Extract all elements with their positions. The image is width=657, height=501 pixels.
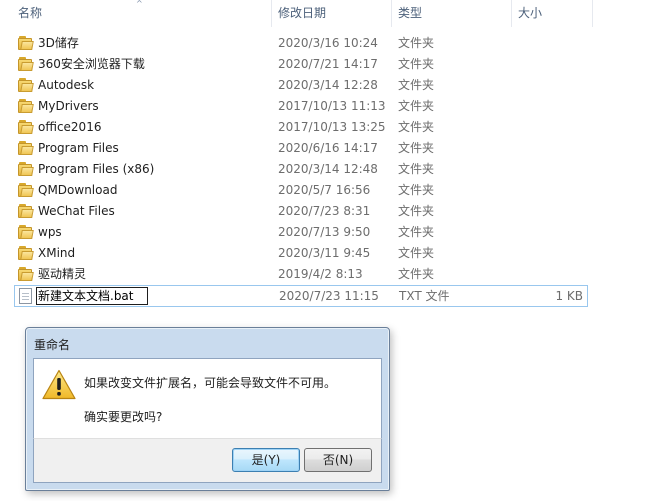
file-date: 2020/7/23 11:15 [279,289,379,303]
file-type: 文件夹 [398,246,435,260]
file-name: 驱动精灵 [38,267,87,281]
file-list-item[interactable]: WeChat Files 2020/7/23 8:31 文件夹 [14,201,588,222]
yes-button[interactable]: 是(Y) [232,448,300,472]
warning-icon [42,369,76,400]
file-list-item[interactable]: MyDrivers 2017/10/13 11:13 文件夹 [14,96,588,117]
column-header-type[interactable]: 类型 [392,0,511,27]
file-date: 2017/10/13 11:13 [278,99,386,113]
file-date: 2020/6/16 14:17 [278,141,378,155]
file-name: MyDrivers [38,99,99,113]
dialog-title: 重命名 [34,338,71,352]
file-type: 文件夹 [398,99,435,113]
file-name: Program Files [38,141,119,155]
file-explorer-window: 名称 ^ 修改日期 类型 大小 3D储存 2020/3/16 10:24 文件夹 36… [0,0,657,501]
file-list-item[interactable]: Program Files (x86) 2020/3/14 12:48 文件夹 [14,159,588,180]
file-type: 文件夹 [398,78,435,92]
folder-icon [18,162,34,177]
file-type: 文件夹 [398,57,435,71]
file-list-item[interactable]: Program Files 2020/6/16 14:17 文件夹 [14,138,588,159]
folder-icon [18,99,34,114]
dialog-question: 确实要更改吗? [84,410,163,424]
file-list-item[interactable]: QMDownload 2020/5/7 16:56 文件夹 [14,180,588,201]
file-date: 2020/5/7 16:56 [278,183,371,197]
file-date: 2020/3/14 12:48 [278,162,378,176]
file-date: 2020/3/14 12:28 [278,78,378,92]
file-date: 2020/3/11 9:45 [278,246,371,260]
file-list-item[interactable]: 3D储存 2020/3/16 10:24 文件夹 [14,33,588,54]
file-type: 文件夹 [398,204,435,218]
column-header-date[interactable]: 修改日期 [272,0,391,27]
file-name: 360安全浏览器下载 [38,57,145,71]
file-type: 文件夹 [398,183,435,197]
file-list-item[interactable]: Autodesk 2020/3/14 12:28 文件夹 [14,75,588,96]
file-date: 2020/7/21 14:17 [278,57,378,71]
file-list-item[interactable]: 360安全浏览器下载 2020/7/21 14:17 文件夹 [14,54,588,75]
folder-icon [18,204,34,219]
file-date: 2020/7/13 9:50 [278,225,371,239]
file-date: 2019/4/2 8:13 [278,267,363,281]
folder-icon [18,267,34,282]
text-file-icon [19,288,32,304]
file-date: 2017/10/13 13:25 [278,120,386,134]
file-type: 文件夹 [398,141,435,155]
column-type-label: 类型 [398,6,423,20]
file-name: Program Files (x86) [38,162,155,176]
file-name: QMDownload [38,183,118,197]
file-name: wps [38,225,62,239]
file-type: 文件夹 [398,162,435,176]
file-name: Autodesk [38,78,95,92]
column-header: 名称 ^ 修改日期 类型 大小 [0,0,657,27]
file-type: TXT 文件 [399,289,450,303]
sort-ascending-icon: ^ [136,0,143,8]
folder-icon [18,36,34,51]
file-date: 2020/3/16 10:24 [278,36,378,50]
file-list-item-renaming[interactable]: 新建文本文档.bat 2020/7/23 11:15 TXT 文件 1 KB [14,285,588,307]
folder-icon [18,183,34,198]
rename-input[interactable]: 新建文本文档.bat [36,287,148,305]
folder-icon [18,78,34,93]
file-name: 3D储存 [38,36,79,50]
file-type: 文件夹 [398,120,435,134]
file-size: 1 KB [555,289,583,303]
folder-icon [18,57,34,72]
column-date-label: 修改日期 [278,6,327,20]
dialog-content: 如果改变文件扩展名，可能会导致文件不可用。 确实要更改吗? [33,358,382,438]
file-list-item[interactable]: 驱动精灵 2019/4/2 8:13 文件夹 [14,264,588,285]
column-header-size[interactable]: 大小 [512,0,592,27]
file-date: 2020/7/23 8:31 [278,204,371,218]
folder-icon [18,225,34,240]
rename-warning-dialog: 重命名 如果改变文件扩展名，可能会导致文件不可用。 确实要更改吗? 是(Y) 否… [25,327,390,491]
dialog-message: 如果改变文件扩展名，可能会导致文件不可用。 [84,376,337,390]
file-name: XMind [38,246,76,260]
folder-icon [18,246,34,261]
file-type: 文件夹 [398,267,435,281]
column-divider[interactable] [592,0,593,27]
file-type: 文件夹 [398,36,435,50]
folder-icon [18,141,34,156]
file-name: office2016 [38,120,102,134]
file-list-item[interactable]: XMind 2020/3/11 9:45 文件夹 [14,243,588,264]
folder-icon [18,120,34,135]
dialog-button-bar: 是(Y) 否(N) [33,438,382,483]
column-size-label: 大小 [518,6,543,20]
file-list-item[interactable]: wps 2020/7/13 9:50 文件夹 [14,222,588,243]
file-name: WeChat Files [38,204,115,218]
file-list-item[interactable]: office2016 2017/10/13 13:25 文件夹 [14,117,588,138]
no-button[interactable]: 否(N) [304,448,372,472]
column-name-label: 名称 [18,6,43,20]
file-type: 文件夹 [398,225,435,239]
